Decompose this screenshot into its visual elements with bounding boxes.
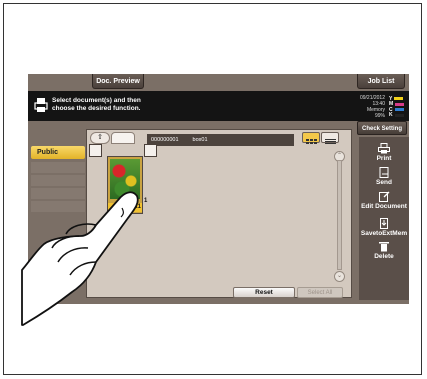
toner-k: K <box>389 112 405 118</box>
box-name: box01 <box>192 137 208 143</box>
reset-button[interactable]: Reset <box>233 287 295 298</box>
status-readout: 09/21/2012 13:40 Memory 99% <box>325 95 385 119</box>
scrollbar-track[interactable] <box>337 160 342 270</box>
edit-document-icon <box>379 191 390 202</box>
thumbnail-image <box>110 159 140 199</box>
save-ext-memory-icon <box>380 218 388 229</box>
control-panel-screen: Doc. Preview Job List Select document(s)… <box>28 74 409 304</box>
status-memory-value: 99% <box>374 113 385 119</box>
toner-indicator: Y M C K <box>389 96 405 118</box>
delete-button[interactable]: Delete <box>359 241 409 260</box>
document-list-panel: ⇧ 000000001 box01 ent1 1 ⌃ ⌄ Reset Select… <box>86 129 352 298</box>
send-button[interactable]: Send <box>359 167 409 186</box>
select-all-button[interactable]: Select All <box>297 287 343 298</box>
function-panel: Print Send Edit Document SavetoExtMem De… <box>359 137 409 300</box>
save-ext-memory-label: SavetoExtMem <box>360 230 408 237</box>
edit-document-button[interactable]: Edit Document <box>359 191 409 210</box>
print-icon <box>89 144 102 157</box>
delete-label: Delete <box>374 253 394 260</box>
send-label: Send <box>376 179 392 186</box>
document-thumbnail[interactable]: ent1 <box>107 156 143 214</box>
up-folder-button[interactable]: ⇧ <box>90 132 110 144</box>
sidebar-empty-slot <box>31 201 85 212</box>
sidebar-empty-slot <box>31 175 85 186</box>
box-path-bar: 000000001 box01 <box>147 134 294 146</box>
print-icon <box>378 143 390 154</box>
instruction-line-1: Select document(s) and then <box>52 97 141 104</box>
print-button[interactable]: Print <box>359 143 409 162</box>
save-ext-memory-button[interactable]: SavetoExtMem <box>359 218 409 237</box>
message-bar: Select document(s) and then choose the d… <box>28 91 409 121</box>
list-view-button[interactable] <box>321 132 339 144</box>
printer-icon <box>34 98 48 112</box>
document-page-count: 1 <box>144 198 148 204</box>
grid-view-icon <box>306 139 317 144</box>
print-label: Print <box>376 155 392 162</box>
send-icon <box>379 167 389 178</box>
sidebar-empty-slot <box>31 188 85 199</box>
check-setting-button[interactable]: Check Setting <box>357 121 407 135</box>
instruction-text: Select document(s) and then choose the d… <box>52 97 222 112</box>
box-number: 000000001 <box>151 137 179 143</box>
sidebar-empty-slot <box>31 162 85 173</box>
sidebar-item-public[interactable]: Public <box>31 146 85 159</box>
delete-icon <box>379 242 389 252</box>
edit-document-label: Edit Document <box>361 203 407 210</box>
list-view-icon <box>325 139 336 144</box>
scroll-down-button[interactable]: ⌄ <box>334 271 345 282</box>
thumbnail-view-button[interactable] <box>302 132 320 144</box>
tab-doc-preview[interactable]: Doc. Preview <box>92 74 144 89</box>
folder-tab[interactable] <box>111 132 135 144</box>
send-icon <box>144 144 157 157</box>
tab-job-list[interactable]: Job List <box>357 74 405 89</box>
document-name: ent1 <box>108 203 142 212</box>
instruction-line-2: choose the desired function. <box>52 104 141 112</box>
